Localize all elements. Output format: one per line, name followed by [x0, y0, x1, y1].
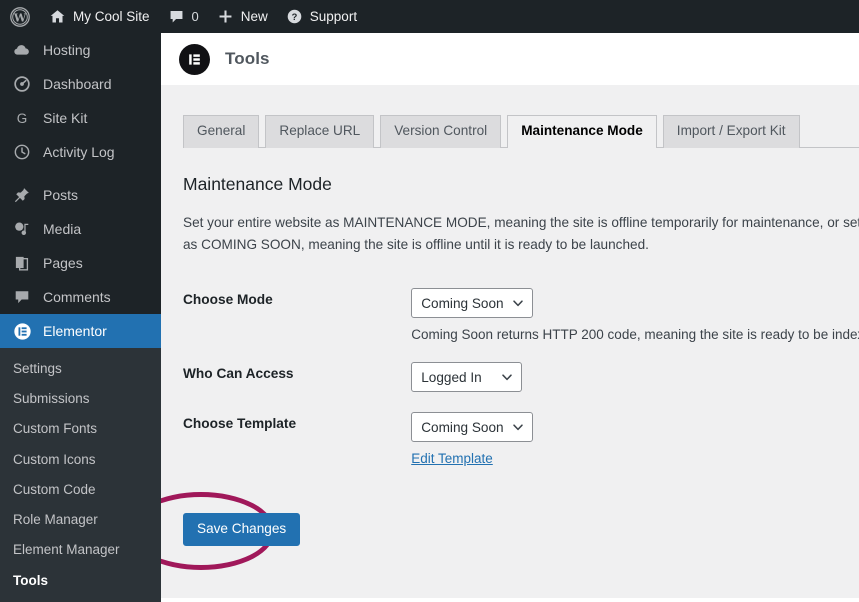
pin-icon — [11, 185, 33, 205]
page-title: Tools — [225, 49, 270, 68]
plus-icon — [217, 8, 234, 25]
form-row-choose-template: Choose Template Coming Soon Edit Templat… — [183, 402, 859, 478]
help-question-icon: ? — [286, 8, 303, 25]
section-title: Maintenance Mode — [183, 174, 332, 194]
sidebar-item-pages[interactable]: Pages — [0, 246, 161, 280]
media-icon — [11, 219, 33, 239]
google-g-icon: G — [11, 108, 33, 128]
sidebar-label: Hosting — [43, 42, 91, 58]
new-content-label: New — [240, 9, 268, 24]
maintenance-mode-section: Maintenance Mode Set your entire website… — [161, 148, 859, 478]
sidebar-item-elementor[interactable]: Elementor — [0, 314, 169, 348]
who-can-access-value: Logged In — [421, 369, 482, 385]
pages-icon — [11, 253, 33, 273]
menu-separator — [0, 169, 161, 178]
submenu-item-element-manager[interactable]: Element Manager — [0, 535, 161, 565]
form-row-choose-mode: Choose Mode Coming Soon Coming Soon retu… — [183, 278, 859, 352]
edit-template-link[interactable]: Edit Template — [411, 451, 493, 466]
svg-text:?: ? — [291, 12, 297, 22]
tab-maintenance-mode[interactable]: Maintenance Mode — [507, 115, 657, 149]
choose-template-label: Choose Template — [183, 416, 297, 432]
main-content: Tools General Replace URL Version Contro… — [161, 33, 859, 602]
admin-bar: W My Cool Site 0 New ? Support — [0, 0, 859, 33]
sidebar-label: Site Kit — [43, 110, 88, 126]
tab-general[interactable]: General — [183, 115, 260, 148]
sidebar-label: Elementor — [43, 323, 107, 339]
elementor-submenu: Settings Submissions Custom Fonts Custom… — [0, 348, 161, 602]
choose-mode-label: Choose Mode — [183, 292, 273, 308]
submenu-item-settings[interactable]: Settings — [0, 354, 161, 384]
svg-text:W: W — [13, 11, 27, 24]
comment-bubble-icon — [168, 8, 185, 25]
sidebar-label: Pages — [43, 255, 83, 271]
submenu-item-tools[interactable]: Tools — [0, 566, 161, 596]
save-changes-button[interactable]: Save Changes — [183, 513, 301, 547]
support-button[interactable]: ? Support — [277, 0, 366, 33]
submenu-item-role-manager[interactable]: Role Manager — [0, 505, 161, 535]
new-content-button[interactable]: New — [208, 0, 277, 33]
cloud-icon — [11, 40, 33, 60]
comments-button[interactable]: 0 — [159, 0, 208, 33]
choose-mode-select[interactable]: Coming Soon — [411, 288, 533, 319]
support-label: Support — [309, 9, 358, 24]
sidebar-item-comments[interactable]: Comments — [0, 280, 161, 314]
site-name-label: My Cool Site — [73, 9, 150, 24]
dashboard-icon — [11, 74, 33, 94]
section-description: Set your entire website as MAINTENANCE M… — [183, 215, 859, 253]
choose-template-value: Coming Soon — [421, 419, 504, 435]
comments-count: 0 — [191, 9, 199, 24]
comment-icon — [11, 287, 33, 307]
elementor-logo-icon — [179, 43, 210, 75]
chevron-down-icon — [512, 421, 524, 433]
sidebar-item-posts[interactable]: Posts — [0, 178, 161, 212]
maintenance-form: Choose Mode Coming Soon Coming Soon retu… — [183, 278, 859, 478]
sidebar-label: Dashboard — [43, 76, 112, 92]
submenu-item-custom-code[interactable]: Custom Code — [0, 475, 161, 505]
submenu-item-submissions[interactable]: Submissions — [0, 384, 161, 414]
svg-text:G: G — [17, 111, 28, 126]
content-bottom-edge — [161, 598, 859, 602]
active-menu-arrow — [161, 323, 169, 339]
sidebar-label: Comments — [43, 289, 111, 305]
save-area: Save Changes — [161, 492, 443, 572]
sidebar-label: Posts — [43, 187, 79, 203]
sidebar-item-dashboard[interactable]: Dashboard — [0, 67, 161, 101]
wordpress-logo-icon: W — [10, 6, 30, 27]
sidebar-item-activity-log[interactable]: Activity Log — [0, 135, 161, 169]
submenu-item-custom-fonts[interactable]: Custom Fonts — [0, 414, 161, 444]
clock-icon — [11, 142, 33, 162]
tab-version-control[interactable]: Version Control — [380, 115, 502, 148]
choose-mode-help: Coming Soon returns HTTP 200 code, meani… — [411, 327, 859, 343]
sidebar-label: Activity Log — [43, 144, 115, 160]
chevron-down-icon — [512, 297, 524, 309]
choose-mode-value: Coming Soon — [421, 295, 504, 311]
admin-sidebar-menu: Hosting Dashboard G Site Kit Activity Lo… — [0, 33, 169, 602]
sidebar-item-media[interactable]: Media — [0, 212, 161, 246]
wordpress-admin-screen: W My Cool Site 0 New ? Support Hosting D… — [0, 0, 859, 602]
elementor-icon — [11, 321, 33, 341]
who-can-access-label: Who Can Access — [183, 366, 294, 382]
page-header: Tools — [161, 33, 859, 85]
sidebar-item-site-kit[interactable]: G Site Kit — [0, 101, 161, 135]
submenu-item-custom-icons[interactable]: Custom Icons — [0, 445, 161, 475]
chevron-down-icon — [501, 371, 513, 383]
choose-template-select[interactable]: Coming Soon — [411, 412, 533, 443]
site-name-button[interactable]: My Cool Site — [40, 0, 159, 33]
sidebar-item-hosting[interactable]: Hosting — [0, 33, 161, 67]
settings-tabs: General Replace URL Version Control Main… — [183, 112, 859, 149]
form-row-who-can-access: Who Can Access Logged In — [183, 352, 859, 402]
home-icon — [49, 8, 66, 25]
wordpress-logo-button[interactable]: W — [0, 0, 40, 33]
tab-replace-url[interactable]: Replace URL — [265, 115, 375, 148]
sidebar-label: Media — [43, 221, 82, 237]
who-can-access-select[interactable]: Logged In — [411, 362, 523, 393]
tab-import-export-kit[interactable]: Import / Export Kit — [662, 115, 800, 148]
